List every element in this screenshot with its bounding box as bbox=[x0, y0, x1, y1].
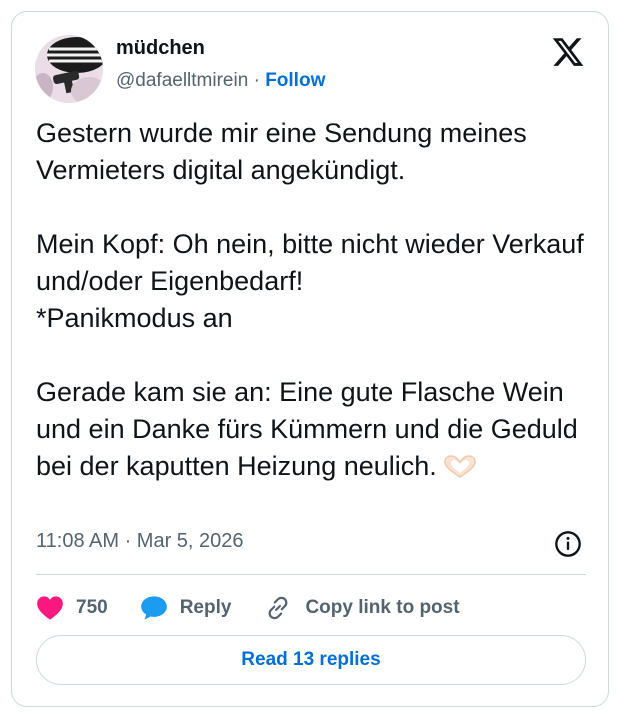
handle-row: @dafaelltmirein · Follow bbox=[116, 70, 325, 92]
copy-link-button[interactable]: Copy link to post bbox=[263, 593, 460, 623]
tweet-body: Gestern wurde mir eine Sendung meines Ve… bbox=[36, 118, 584, 481]
separator-dot: · bbox=[253, 70, 260, 91]
like-count: 750 bbox=[76, 597, 108, 618]
tweet-card: müdchen @dafaelltmirein · Follow Gestern… bbox=[11, 11, 609, 707]
follow-button[interactable]: Follow bbox=[265, 70, 325, 91]
divider bbox=[36, 574, 586, 575]
action-bar: 750 Reply Copy link to post bbox=[36, 588, 492, 628]
avatar-image bbox=[35, 35, 103, 103]
display-name[interactable]: müdchen bbox=[116, 37, 205, 60]
tweet-text: Gestern wurde mir eine Sendung meines Ve… bbox=[36, 115, 588, 485]
reply-button[interactable]: Reply bbox=[140, 595, 232, 621]
read-replies-button[interactable]: Read 13 replies bbox=[36, 635, 586, 685]
info-icon[interactable] bbox=[554, 530, 582, 558]
heart-hands-emoji bbox=[444, 455, 476, 478]
timestamp[interactable]: 11:08 AM · Mar 5, 2026 bbox=[36, 530, 244, 553]
link-icon bbox=[269, 596, 288, 620]
avatar[interactable] bbox=[35, 35, 103, 103]
copy-link-label: Copy link to post bbox=[305, 597, 460, 618]
reply-label: Reply bbox=[179, 597, 232, 618]
user-handle[interactable]: @dafaelltmirein bbox=[116, 70, 248, 91]
heart-icon bbox=[37, 596, 63, 620]
like-button[interactable]: 750 bbox=[36, 595, 108, 621]
x-logo-icon[interactable] bbox=[551, 35, 585, 69]
reply-bubble-icon bbox=[140, 596, 167, 620]
